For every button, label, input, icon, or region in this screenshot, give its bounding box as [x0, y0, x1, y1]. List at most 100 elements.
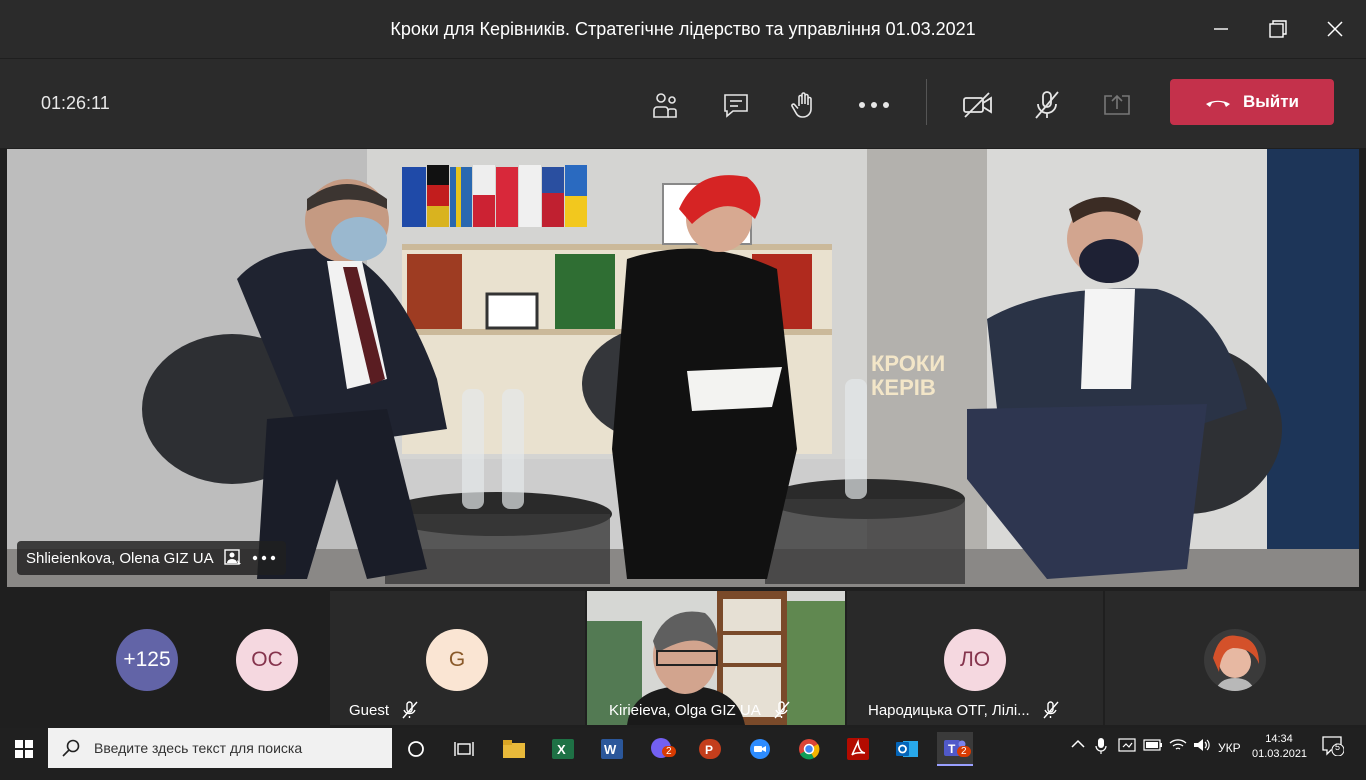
camera-toggle-button[interactable]: [956, 83, 1000, 127]
network-status-icon: [1118, 738, 1136, 752]
leave-label: Выйти: [1242, 92, 1300, 111]
raise-hand-button[interactable]: [782, 83, 826, 127]
taskbar-search[interactable]: Введите здесь текст для поиска: [48, 728, 392, 768]
microphone-off-icon: [1035, 91, 1059, 119]
svg-text:T: T: [948, 742, 956, 756]
task-view-button[interactable]: [446, 732, 482, 766]
powerpoint-icon: P: [699, 739, 721, 759]
chevron-up-icon: [1071, 739, 1085, 748]
microphone-icon: [1095, 738, 1107, 754]
zoom-icon: [750, 739, 770, 759]
tray-microphone[interactable]: [1095, 738, 1107, 757]
share-content-button[interactable]: [1095, 83, 1139, 127]
tray-wifi[interactable]: [1169, 738, 1187, 755]
viber-badge: 2: [662, 746, 676, 757]
spotlight-icon: [223, 549, 241, 565]
taskbar-acrobat[interactable]: [840, 732, 876, 766]
battery-icon: [1143, 739, 1162, 751]
cortana-button[interactable]: [398, 732, 434, 766]
taskbar-chrome[interactable]: [791, 732, 827, 766]
chrome-icon: [799, 739, 820, 760]
participant-tile-narodytska[interactable]: ЛО Народицька ОТГ, Лілі...: [847, 591, 1103, 725]
speaker-name-badge[interactable]: Shlieienkova, Olena GIZ UA: [17, 541, 286, 575]
overflow-tile[interactable]: +125 ОС: [0, 591, 328, 725]
chat-icon: [724, 94, 748, 118]
participant-name: Guest: [349, 701, 390, 719]
tray-language[interactable]: УКР: [1218, 741, 1241, 755]
hang-up-icon: [1205, 100, 1230, 107]
toolbar-separator: [926, 79, 927, 125]
studio-video-scene: КРОКИ КЕРІВ: [7, 149, 1359, 587]
window-title: Кроки для Керівників. Стратегічне лідерс…: [390, 19, 976, 39]
participant-label: Kirieieva, Olga GIZ UA: [609, 701, 791, 719]
participant-avatar-guest: G: [426, 629, 488, 691]
word-icon: W: [601, 739, 623, 759]
notifications-icon: [1322, 736, 1345, 757]
main-video-stage[interactable]: КРОКИ КЕРІВ: [7, 149, 1359, 587]
folder-icon: [503, 740, 525, 758]
taskbar-powerpoint[interactable]: P: [692, 732, 728, 766]
taskbar-zoom[interactable]: [742, 732, 778, 766]
participant-tile-guest[interactable]: G Guest: [330, 591, 585, 725]
more-actions-button[interactable]: [852, 83, 896, 127]
tray-battery[interactable]: [1143, 739, 1163, 754]
taskbar-outlook[interactable]: [889, 732, 925, 766]
taskbar-clock[interactable]: 14:34 01.03.2021: [1252, 732, 1308, 762]
clock-time: 14:34: [1265, 733, 1293, 745]
meeting-timer: 01:26:11: [41, 93, 110, 113]
tray-overflow-button[interactable]: [1071, 738, 1085, 753]
hand-icon: [791, 92, 812, 118]
studio-sign-line-2: КЕРІВ: [871, 375, 936, 400]
more-icon: [859, 102, 889, 108]
task-view-icon: [454, 742, 474, 756]
excel-icon: X: [552, 739, 574, 759]
svg-text:X: X: [557, 742, 566, 757]
more-icon[interactable]: [252, 555, 276, 561]
leave-meeting-button[interactable]: Выйти: [1170, 79, 1334, 125]
people-icon: [653, 93, 677, 118]
speaker-icon: [1194, 739, 1210, 751]
tray-volume[interactable]: [1193, 738, 1211, 755]
participant-tile-kirieieva[interactable]: Kirieieva, Olga GIZ UA: [587, 591, 845, 725]
svg-text:W: W: [604, 742, 617, 757]
start-button[interactable]: [6, 732, 42, 766]
notification-count: 5: [1335, 742, 1341, 752]
close-button[interactable]: [1307, 0, 1363, 58]
clock-date: 01.03.2021: [1252, 748, 1308, 760]
svg-text:P: P: [705, 743, 713, 757]
search-placeholder: Введите здесь текст для поиска: [94, 740, 303, 756]
restore-icon: [1269, 20, 1287, 38]
taskbar-excel[interactable]: X: [545, 732, 581, 766]
acrobat-icon: [847, 738, 869, 760]
participant-strip: +125 ОС G Guest Kirieieva, Olga GIZ UA Л…: [0, 589, 1366, 727]
close-icon: [1327, 21, 1343, 37]
outlook-icon: [896, 741, 918, 757]
studio-sign-line-1: КРОКИ: [871, 351, 945, 376]
chat-button[interactable]: [714, 83, 758, 127]
participant-tile-photo[interactable]: [1105, 591, 1366, 725]
maximize-button[interactable]: [1250, 0, 1306, 58]
more-participants-avatar[interactable]: +125: [116, 629, 178, 691]
taskbar-explorer[interactable]: [496, 732, 532, 766]
camera-off-icon: [963, 92, 992, 118]
action-center-button[interactable]: 5: [1322, 736, 1345, 759]
cortana-icon: [408, 741, 424, 757]
share-tray-icon: [1104, 94, 1130, 115]
taskbar-viber[interactable]: 2: [644, 732, 680, 766]
taskbar-teams[interactable]: T 2: [937, 732, 973, 766]
windows-logo-icon: [15, 740, 33, 758]
participant-name: Народицька ОТГ, Лілі...: [868, 701, 1030, 719]
participant-avatar-oc[interactable]: ОС: [236, 629, 298, 691]
participant-label: Guest: [349, 701, 419, 719]
microphone-off-icon: [402, 701, 418, 719]
speaker-name: Shlieienkova, Olena GIZ UA: [26, 549, 214, 567]
minimize-button[interactable]: [1193, 0, 1249, 58]
participants-button[interactable]: [644, 83, 688, 127]
taskbar-word[interactable]: W: [594, 732, 630, 766]
search-icon: [62, 739, 80, 757]
wifi-icon: [1169, 739, 1187, 750]
windows-taskbar: Введите здесь текст для поиска X W 2 P T…: [0, 728, 1366, 780]
microphone-toggle-button[interactable]: [1025, 83, 1069, 127]
tray-network-monitor[interactable]: [1118, 738, 1136, 757]
meeting-toolbar: 01:26:11 Выйти: [0, 58, 1366, 148]
